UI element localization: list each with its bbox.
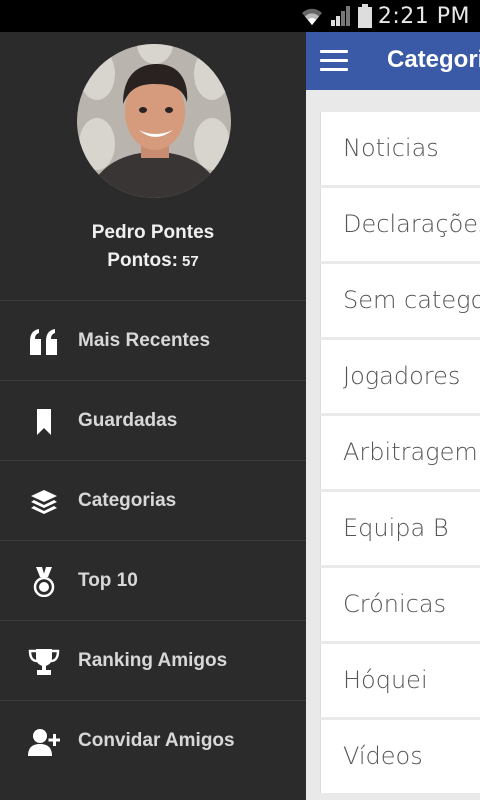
menu-item-label: Guardadas bbox=[78, 410, 178, 431]
battery-icon bbox=[357, 4, 372, 28]
menu-item-convidar-amigos[interactable]: Convidar Amigos bbox=[0, 700, 306, 780]
status-time: 2:21 PM bbox=[377, 3, 470, 29]
avatar[interactable] bbox=[77, 44, 231, 198]
category-label: Arbitragem bbox=[343, 438, 478, 466]
profile-header: Pedro Pontes Pontos: 57 bbox=[0, 32, 306, 300]
quote-icon bbox=[28, 327, 60, 357]
menu-item-mais-recentes[interactable]: Mais Recentes bbox=[0, 300, 306, 380]
menu-item-label: Categorias bbox=[78, 490, 177, 511]
add-user-icon bbox=[28, 727, 60, 757]
category-item[interactable]: Vídeos bbox=[320, 720, 480, 793]
profile-name: Pedro Pontes bbox=[91, 222, 215, 243]
menu-item-label: Convidar Amigos bbox=[78, 730, 235, 751]
category-item[interactable]: Arbitragem bbox=[320, 416, 480, 489]
category-item[interactable]: Jogadores bbox=[320, 340, 480, 413]
category-label: Jogadores bbox=[343, 362, 461, 390]
points-label: Pontos: bbox=[107, 250, 179, 271]
menu-item-label: Top 10 bbox=[78, 570, 138, 591]
category-item[interactable]: Equipa B bbox=[320, 492, 480, 565]
trophy-icon bbox=[28, 647, 60, 677]
category-label: Sem categoria bbox=[343, 286, 480, 314]
menu-item-ranking-amigos[interactable]: Ranking Amigos bbox=[0, 620, 306, 700]
menu-item-categorias[interactable]: Categorias bbox=[0, 460, 306, 540]
layers-icon bbox=[28, 487, 60, 517]
wifi-icon bbox=[301, 8, 322, 25]
category-label: Crónicas bbox=[343, 590, 447, 618]
points-value: 57 bbox=[182, 253, 199, 270]
category-item[interactable]: Declarações bbox=[320, 188, 480, 261]
bookmark-icon bbox=[28, 407, 60, 437]
menu-item-guardadas[interactable]: Guardadas bbox=[0, 380, 306, 460]
category-label: Declarações bbox=[343, 210, 480, 238]
page-title: Categorias bbox=[387, 46, 480, 73]
navigation-drawer: Pedro Pontes Pontos: 57 Mais Recentes Gua… bbox=[0, 32, 306, 800]
category-item[interactable]: Sem categoria bbox=[320, 264, 480, 337]
hamburger-menu-icon[interactable] bbox=[320, 50, 348, 72]
category-item[interactable]: Noticias bbox=[320, 112, 480, 185]
menu-item-label: Mais Recentes bbox=[78, 330, 211, 351]
category-label: Vídeos bbox=[343, 742, 423, 770]
status-bar: 2:21 PM bbox=[0, 0, 480, 32]
medal-icon bbox=[28, 567, 60, 597]
signal-icon bbox=[330, 6, 350, 26]
category-label: Hóquei bbox=[343, 666, 428, 694]
category-label: Equipa B bbox=[343, 514, 449, 542]
main-content: Categorias Noticias Declarações Sem cate… bbox=[306, 32, 480, 800]
category-item[interactable]: Crónicas bbox=[320, 568, 480, 641]
menu-item-top-10[interactable]: Top 10 bbox=[0, 540, 306, 620]
category-list: Noticias Declarações Sem categoria Jogad… bbox=[320, 112, 480, 796]
category-label: Noticias bbox=[343, 134, 439, 162]
category-item[interactable]: Hóquei bbox=[320, 644, 480, 717]
drawer-menu: Mais Recentes Guardadas Categorias Top 1… bbox=[0, 300, 306, 780]
profile-points: Pontos: 57 bbox=[0, 250, 306, 272]
app-bar: Categorias bbox=[306, 32, 480, 90]
menu-item-label: Ranking Amigos bbox=[78, 650, 228, 671]
